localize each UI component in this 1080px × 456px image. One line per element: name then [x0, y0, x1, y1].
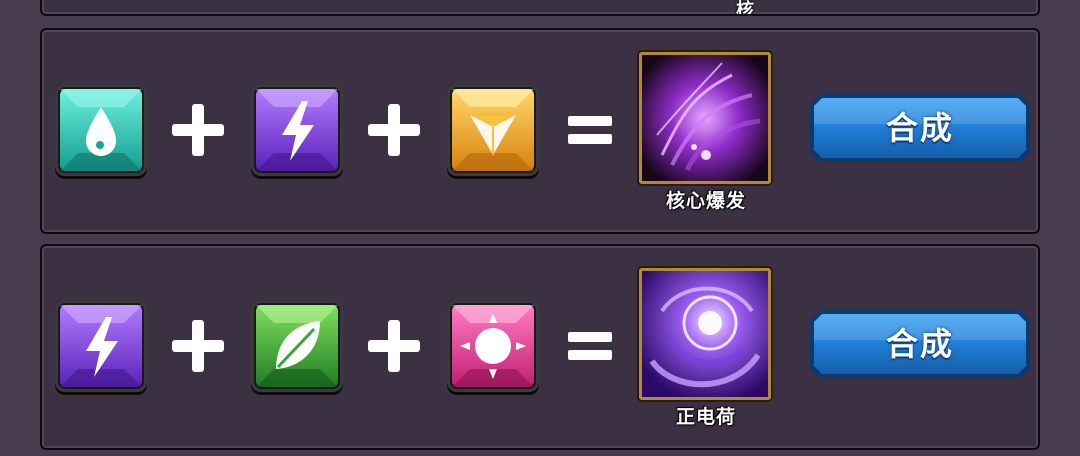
recipe-row: 正电荷 合成 [40, 244, 1040, 450]
craft-button[interactable]: 合成 [810, 94, 1030, 162]
water-gem-icon[interactable] [55, 84, 147, 176]
crystal-gem-icon[interactable] [447, 84, 539, 176]
recipe-row: 核心爆发 合成 [40, 28, 1040, 234]
equals-icon [560, 316, 620, 376]
plus-icon [364, 316, 424, 376]
core-burst-icon[interactable] [639, 52, 771, 184]
lightning-gem-icon[interactable] [55, 300, 147, 392]
result-name: 正电荷 [675, 406, 736, 428]
craft-button-label: 合成 [885, 109, 954, 147]
craft-button[interactable]: 合成 [810, 310, 1030, 378]
plus-icon [168, 316, 228, 376]
sun-gem-icon[interactable] [447, 300, 539, 392]
craft-button-label: 合成 [885, 325, 954, 363]
lightning-gem-icon[interactable] [251, 84, 343, 176]
previous-result-label: 核 [736, 0, 754, 21]
previous-recipe-panel: 核 [40, 0, 1040, 16]
plus-icon [364, 100, 424, 160]
equals-icon [560, 100, 620, 160]
leaf-gem-icon[interactable] [251, 300, 343, 392]
result-name: 核心爆发 [665, 190, 746, 212]
plus-icon [168, 100, 228, 160]
positive-charge-icon[interactable] [639, 268, 771, 400]
